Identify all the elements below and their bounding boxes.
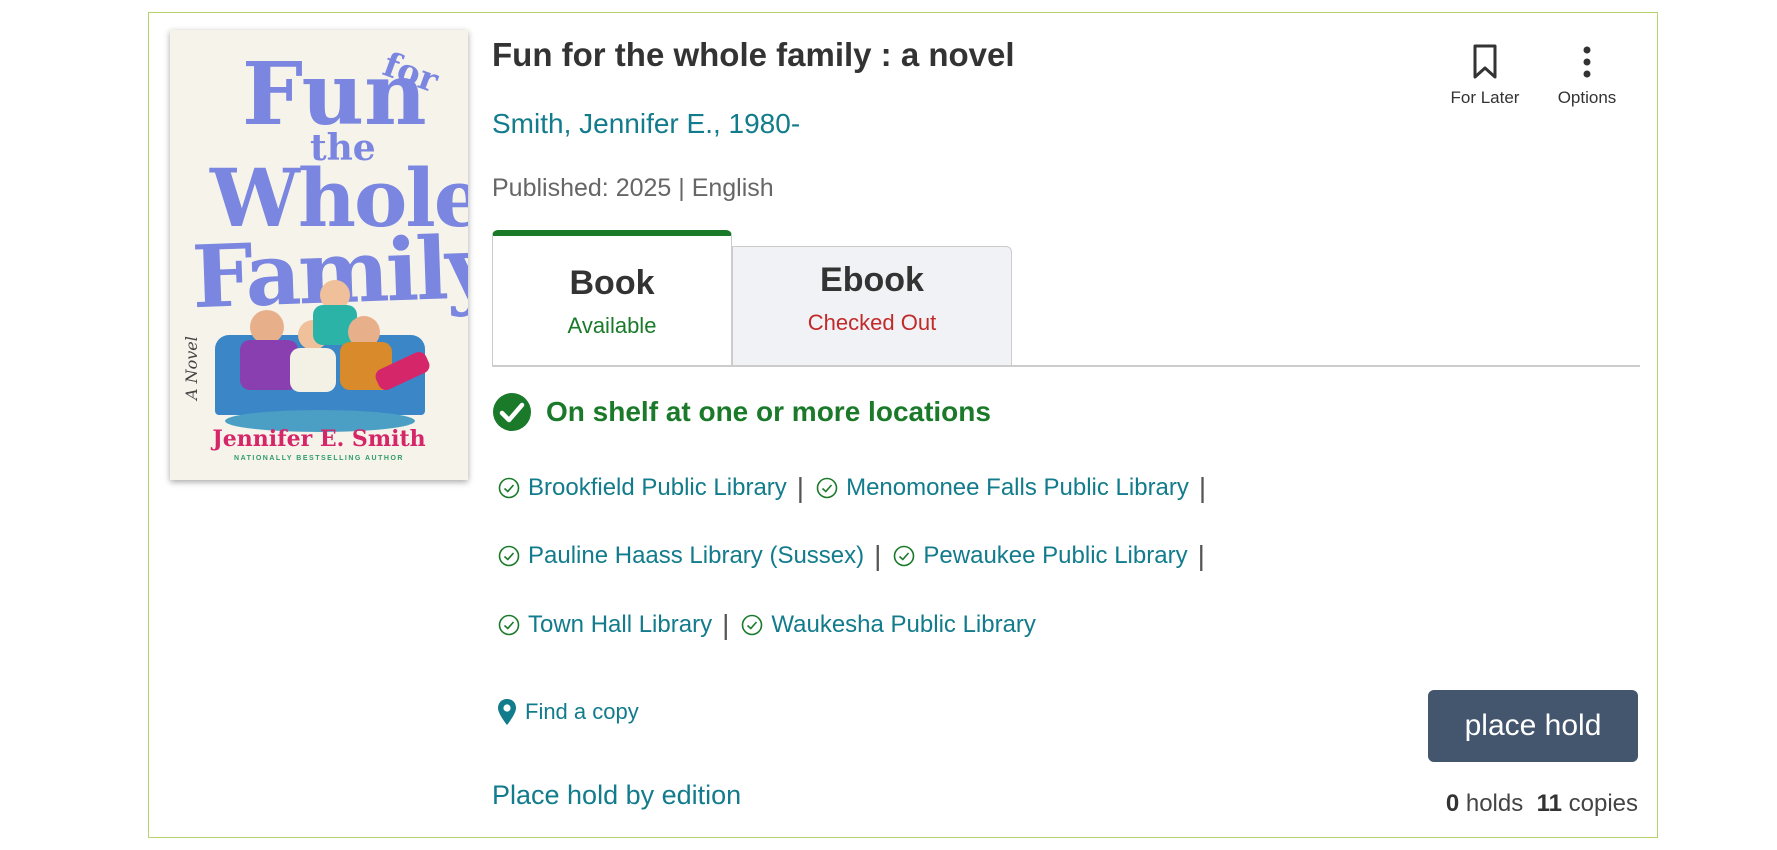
availability-message: On shelf at one or more locations xyxy=(546,396,991,427)
cover-figure xyxy=(250,310,284,344)
find-copy-link[interactable]: Find a copy xyxy=(497,698,639,726)
location-row: Town Hall Library | Waukesha Public Libr… xyxy=(498,609,1036,641)
place-hold-button[interactable]: place hold xyxy=(1428,690,1638,762)
location-name: Menomonee Falls Public Library xyxy=(846,474,1189,501)
availability-status: On shelf at one or more locations xyxy=(492,392,991,432)
tab-book-label: Book xyxy=(569,264,655,302)
map-pin-icon xyxy=(498,699,516,725)
tab-ebook[interactable]: Ebook Checked Out xyxy=(732,246,1012,367)
location-link[interactable]: Brookfield Public Library xyxy=(498,474,787,502)
check-circle-outline-icon xyxy=(498,545,520,567)
copies-label: copies xyxy=(1568,790,1638,817)
hold-counts: 0 holds 11 copies xyxy=(1420,790,1638,818)
location-link[interactable]: Waukesha Public Library xyxy=(741,611,1036,639)
options-label: Options xyxy=(1557,88,1617,107)
publication-info: Published: 2025 | English xyxy=(492,174,774,202)
cover-author: Jennifer E. Smith xyxy=(212,426,426,452)
location-link[interactable]: Pauline Haass Library (Sussex) xyxy=(498,542,864,570)
for-later-label: For Later xyxy=(1450,88,1520,107)
holds-label: holds xyxy=(1465,790,1524,817)
location-separator: | xyxy=(1197,540,1205,571)
location-link[interactable]: Menomonee Falls Public Library xyxy=(816,474,1189,502)
find-copy-label: Find a copy xyxy=(525,699,639,724)
tabs-divider xyxy=(492,365,1640,367)
location-row: Brookfield Public Library | Menomonee Fa… xyxy=(498,472,1218,504)
bookmark-icon xyxy=(1473,44,1497,79)
author-link[interactable]: Smith, Jennifer E., 1980- xyxy=(492,108,800,140)
vertical-dots-icon xyxy=(1583,46,1591,78)
tab-ebook-label: Ebook xyxy=(820,261,924,299)
options-button[interactable]: Options xyxy=(1542,40,1632,108)
cover-subtitle: A Novel xyxy=(182,336,201,400)
tab-ebook-status: Checked Out xyxy=(807,310,937,335)
place-hold-by-edition-link[interactable]: Place hold by edition xyxy=(492,780,741,811)
book-title[interactable]: Fun for the whole family : a novel xyxy=(492,36,1015,74)
book-cover-image[interactable]: Fun for the Whole Family A Novel Jennife… xyxy=(170,30,468,480)
check-circle-outline-icon xyxy=(894,545,915,567)
location-name: Pewaukee Public Library xyxy=(923,542,1188,569)
check-circle-outline-icon xyxy=(816,477,838,499)
location-separator: | xyxy=(796,472,805,503)
tab-book-status: Available xyxy=(567,313,657,338)
location-row: Pauline Haass Library (Sussex) | Pewauke… xyxy=(498,540,1217,572)
copies-count: 11 xyxy=(1536,790,1562,817)
location-separator: | xyxy=(722,609,730,640)
location-separator: | xyxy=(1198,472,1207,503)
cover-tagline: NATIONALLY BESTSELLING AUTHOR xyxy=(234,455,404,462)
check-circle-outline-icon xyxy=(742,614,763,636)
location-name: Town Hall Library xyxy=(528,611,713,638)
cover-figure xyxy=(290,348,336,392)
location-separator: | xyxy=(874,540,882,571)
location-link[interactable]: Town Hall Library xyxy=(498,611,712,639)
location-name: Waukesha Public Library xyxy=(771,611,1036,638)
location-name: Pauline Haass Library (Sussex) xyxy=(528,542,865,569)
for-later-button[interactable]: For Later xyxy=(1440,40,1530,108)
tab-book[interactable]: Book Available xyxy=(492,230,732,367)
location-link[interactable]: Pewaukee Public Library xyxy=(893,542,1188,570)
check-circle-icon xyxy=(493,393,531,431)
location-name: Brookfield Public Library xyxy=(528,474,787,501)
check-circle-outline-icon xyxy=(498,614,520,636)
check-circle-outline-icon xyxy=(498,477,520,499)
holds-count: 0 xyxy=(1445,790,1460,817)
